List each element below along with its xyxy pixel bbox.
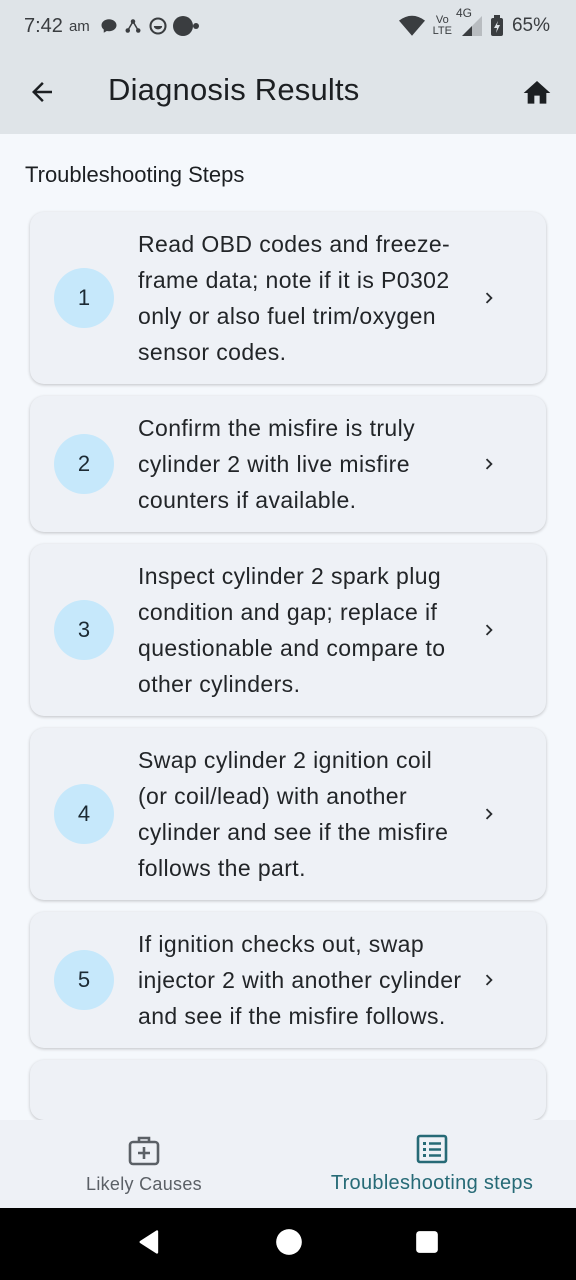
step-text: Confirm the misfire is truly cylinder 2 … (138, 415, 416, 513)
battery-percent: 65% (511, 15, 550, 36)
nav-troubleshooting-label: Troubleshooting steps (330, 1171, 534, 1194)
app-bar: Diagnosis Results (0, 52, 576, 134)
system-recents-button[interactable] (414, 1229, 440, 1260)
step-card-2[interactable]: 2 Confirm the misfire is truly cylinder … (30, 396, 546, 532)
system-navigation-bar (0, 1208, 576, 1280)
step-card-3[interactable]: 3 Inspect cylinder 2 spark plug conditio… (30, 544, 546, 716)
square-recents-icon (416, 1230, 439, 1253)
signal-group: 4G (456, 6, 482, 36)
content-area[interactable]: Troubleshooting Steps 1 Read OBD codes a… (0, 134, 576, 1120)
page-title: Diagnosis Results (108, 72, 360, 107)
status-right: Vo LTE 4G 65% (398, 6, 550, 37)
arrow-back-icon (32, 82, 52, 102)
step-number-badge: 3 (54, 600, 114, 660)
system-back-button[interactable] (136, 1228, 164, 1261)
status-time: 7:42 (24, 14, 63, 37)
battery-charging-icon (490, 15, 503, 36)
step-text: Inspect cylinder 2 spark plug condition … (138, 563, 446, 697)
section-title: Troubleshooting Steps (25, 162, 245, 187)
nav-likely-causes[interactable]: Likely Causes (0, 1120, 288, 1208)
chevron-right-icon (474, 283, 504, 313)
steps-list: 1 Read OBD codes and freeze-frame data; … (30, 212, 546, 1120)
network-gen: 4G (455, 6, 472, 20)
chat-bubble-icon (101, 19, 117, 33)
medical-kit-icon (128, 1136, 160, 1165)
back-button[interactable] (24, 74, 60, 110)
circle-home-icon (276, 1228, 302, 1255)
status-ampm: am (68, 17, 90, 35)
app-notification-icon (149, 17, 167, 35)
chevron-right-icon (474, 615, 504, 645)
step-number-badge: 1 (54, 268, 114, 328)
step-text: If ignition checks out, swap injector 2 … (138, 931, 462, 1029)
list-alt-icon (416, 1134, 448, 1163)
step-number-badge: 4 (54, 784, 114, 844)
home-button[interactable] (518, 74, 556, 112)
step-number-badge: 2 (54, 434, 114, 494)
chevron-right-icon (474, 799, 504, 829)
hub-icon (125, 19, 141, 33)
step-card-4[interactable]: 4 Swap cylinder 2 ignition coil (or coil… (30, 728, 546, 900)
status-bar: 7:42 am Vo LTE 4G 65% (0, 0, 576, 52)
step-card-1[interactable]: 1 Read OBD codes and freeze-frame data; … (30, 212, 546, 384)
network-type: Vo LTE (433, 15, 452, 37)
status-left: 7:42 am (24, 15, 200, 38)
dot-notification-icon (172, 16, 199, 36)
notification-icons (100, 15, 200, 37)
step-text: Read OBD codes and freeze-frame data; no… (138, 231, 451, 365)
network-lte: LTE (432, 25, 452, 37)
triangle-back-icon (139, 1229, 158, 1254)
step-text: Swap cylinder 2 ignition coil (or coil/l… (138, 747, 449, 881)
bottom-navigation: Likely Causes Troubleshooting steps (0, 1120, 576, 1208)
step-number-badge: 5 (54, 950, 114, 1010)
nav-likely-causes-label: Likely Causes (86, 1173, 202, 1194)
nav-troubleshooting-steps[interactable]: Troubleshooting steps (288, 1120, 576, 1208)
home-icon (523, 81, 551, 104)
chevron-right-icon (474, 449, 504, 479)
wifi-icon (398, 15, 425, 36)
step-card-partial[interactable] (30, 1060, 546, 1120)
step-card-5[interactable]: 5 If ignition checks out, swap injector … (30, 912, 546, 1048)
chevron-right-icon (474, 965, 504, 995)
system-home-button[interactable] (275, 1228, 303, 1261)
